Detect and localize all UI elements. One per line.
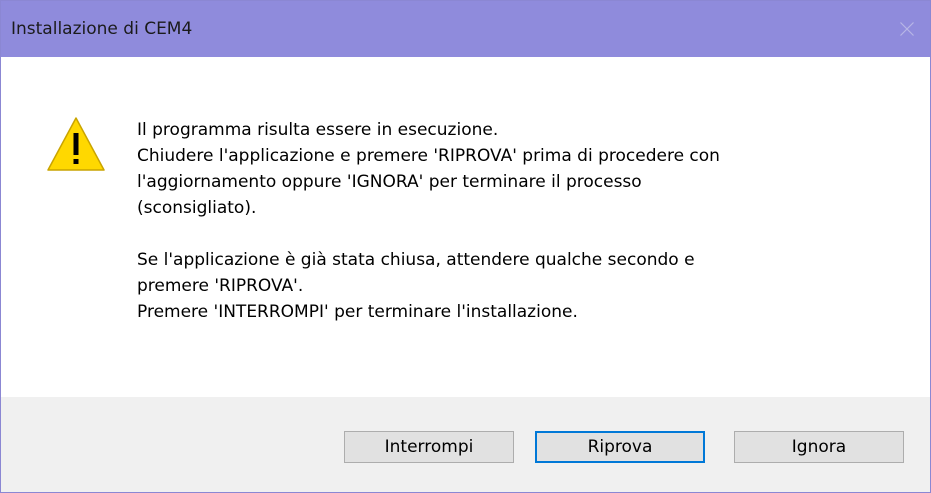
retry-button[interactable]: Riprova xyxy=(535,431,705,463)
ignore-button[interactable]: Ignora xyxy=(734,431,904,463)
close-button[interactable] xyxy=(884,1,930,57)
message-line: Chiudere l'applicazione e premere 'RIPRO… xyxy=(137,146,720,166)
message-line: Il programma risulta essere in esecuzion… xyxy=(137,120,499,140)
message-line: (sconsigliato). xyxy=(137,198,257,218)
title-bar[interactable]: Installazione di CEM4 xyxy=(1,1,930,57)
dialog-message: Il programma risulta essere in esecuzion… xyxy=(137,117,907,325)
dialog-content: Il programma risulta essere in esecuzion… xyxy=(1,57,930,397)
abort-button[interactable]: Interrompi xyxy=(344,431,514,463)
button-bar: Interrompi Riprova Ignora xyxy=(1,397,930,492)
message-line: Premere 'INTERROMPI' per terminare l'ins… xyxy=(137,302,578,322)
message-line: l'aggiornamento oppure 'IGNORA' per term… xyxy=(137,172,642,192)
close-icon xyxy=(900,22,914,36)
installer-dialog: Installazione di CEM4 Il programma risul… xyxy=(0,0,931,493)
message-line: premere 'RIPROVA'. xyxy=(137,276,304,296)
window-title: Installazione di CEM4 xyxy=(11,19,193,39)
warning-icon xyxy=(47,117,105,171)
message-line: Se l'applicazione è già stata chiusa, at… xyxy=(137,250,695,270)
